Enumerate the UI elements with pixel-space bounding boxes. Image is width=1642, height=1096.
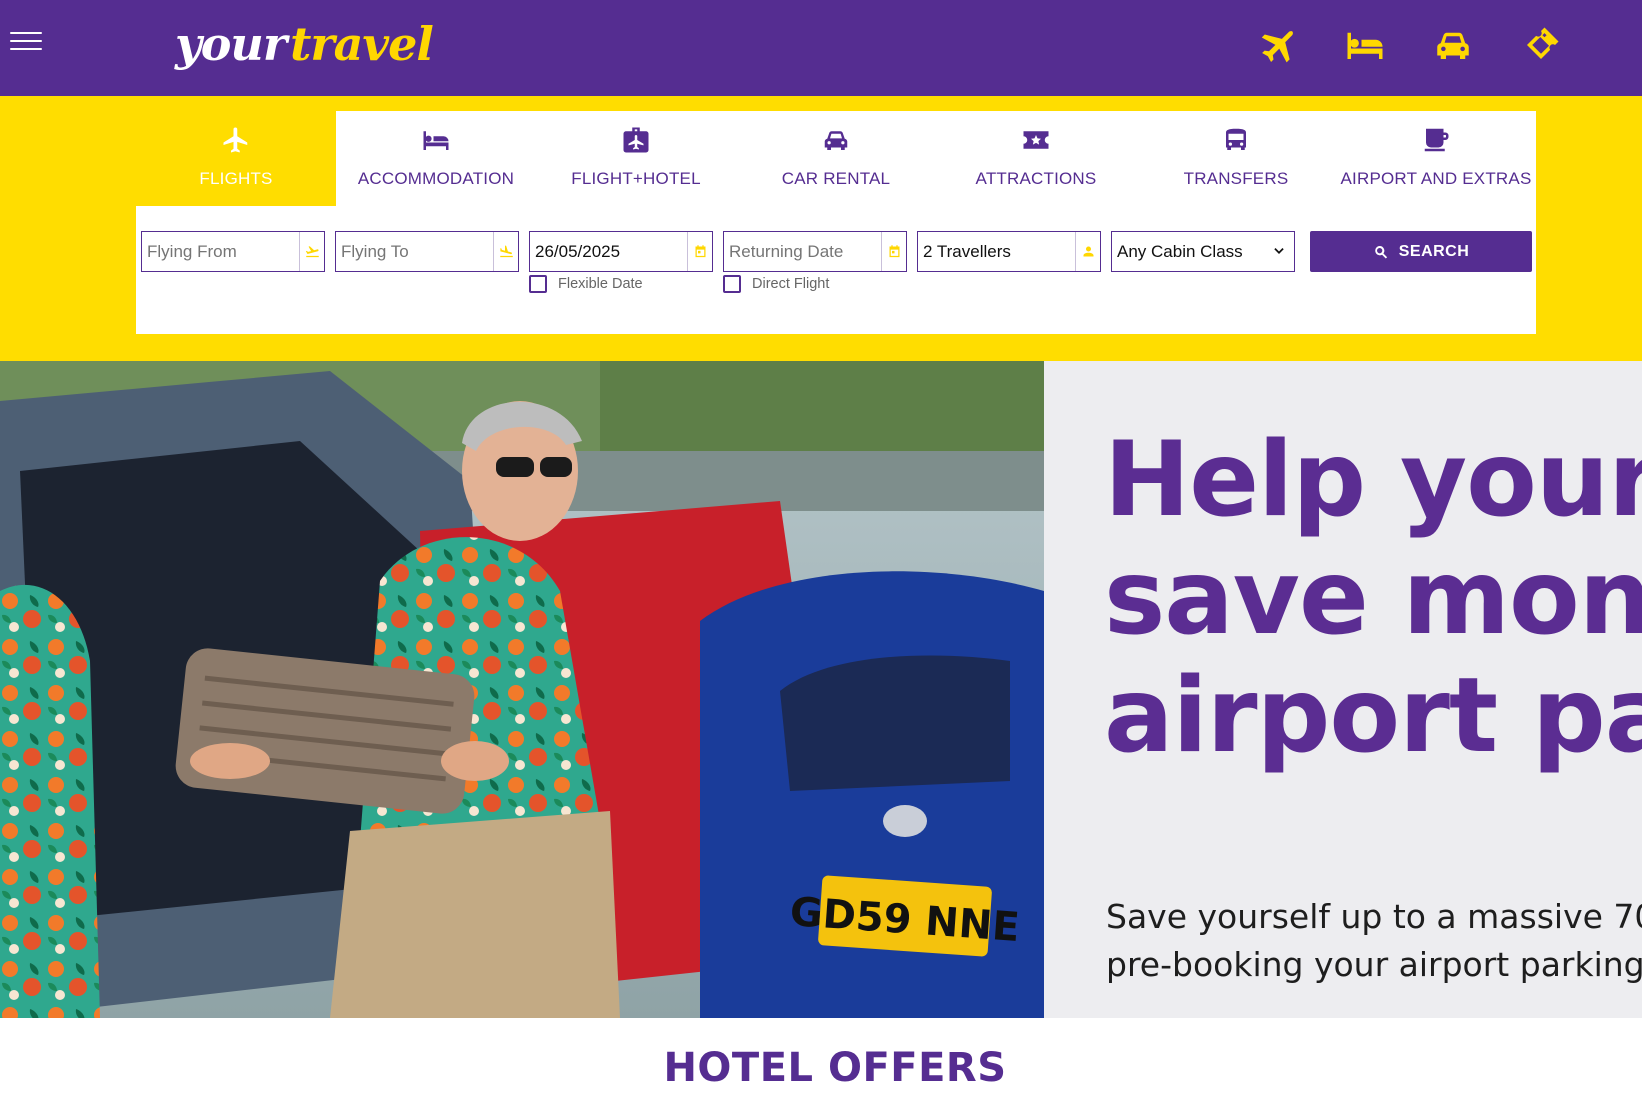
direct-flight-checkbox[interactable]: Direct Flight [723, 275, 829, 293]
logo-text-travel: travel [290, 17, 434, 71]
tab-accommodation[interactable]: ACCOMMODATION [336, 111, 536, 206]
tab-flight-hotel[interactable]: FLIGHT+HOTEL [536, 111, 736, 206]
hero-photo: GD59 NNE [0, 361, 1044, 1018]
hero-headline-line: save money [1104, 538, 1642, 658]
search-widget: FLIGHTS ACCOMMODATION FLIGHT+HOTEL CAR R… [136, 111, 1536, 334]
flying-to-input[interactable] [336, 232, 494, 271]
checkbox-box[interactable] [723, 275, 741, 293]
flexible-date-label: Flexible Date [558, 276, 643, 292]
plane-icon[interactable] [1256, 24, 1298, 66]
flying-from-input[interactable] [142, 232, 300, 271]
tab-airport-extras[interactable]: AIRPORT AND EXTRAS [1336, 111, 1536, 206]
product-tabs: FLIGHTS ACCOMMODATION FLIGHT+HOTEL CAR R… [136, 111, 1536, 206]
hero-headline: Help yourself save money airport parking [1104, 421, 1642, 775]
search-band: FLIGHTS ACCOMMODATION FLIGHT+HOTEL CAR R… [0, 96, 1642, 361]
ticket-star-icon [1019, 123, 1053, 157]
return-date-field [723, 231, 907, 272]
site-logo[interactable]: yourtravel [175, 14, 434, 74]
search-button[interactable]: SEARCH [1310, 231, 1532, 272]
car-icon [819, 123, 853, 157]
bed-icon[interactable] [1344, 24, 1386, 66]
tab-label: TRANSFERS [1183, 169, 1289, 188]
suitcase-plane-icon [619, 123, 653, 157]
depart-date-input[interactable] [530, 232, 688, 271]
hotel-offers-heading: HOTEL OFFERS [663, 1045, 1007, 1091]
tab-transfers[interactable]: TRANSFERS [1136, 111, 1336, 206]
cabin-class-value: Any Cabin Class [1117, 242, 1243, 261]
hero-banner[interactable]: GD59 NNE Help yourself save mon [0, 361, 1642, 1018]
plane-arrival-icon[interactable] [493, 232, 518, 271]
bed-icon [419, 123, 453, 157]
hero-image: GD59 NNE [0, 361, 1044, 1018]
bus-icon [1219, 123, 1253, 157]
tab-label: AIRPORT AND EXTRAS [1340, 169, 1532, 188]
ticket-icon[interactable] [1520, 24, 1562, 66]
tab-label: FLIGHTS [199, 169, 273, 188]
logo-text-your: your [175, 17, 287, 71]
tab-label: FLIGHT+HOTEL [571, 169, 701, 188]
search-button-label: SEARCH [1398, 242, 1470, 260]
menu-icon[interactable] [10, 30, 42, 52]
tab-label: ACCOMMODATION [357, 169, 515, 188]
tab-attractions[interactable]: ATTRACTIONS [936, 111, 1136, 206]
header-icon-nav [1256, 24, 1562, 66]
hero-subtext: Save yourself up to a massive 70% by pre… [1106, 893, 1642, 989]
plane-departure-icon[interactable] [299, 232, 324, 271]
calendar-icon[interactable] [881, 232, 906, 271]
travellers-input[interactable] [918, 232, 1076, 271]
tab-flights[interactable]: FLIGHTS [136, 111, 336, 206]
search-options: Flexible Date Direct Flight [136, 269, 1536, 299]
hero-headline-line: Help yourself [1104, 420, 1642, 540]
checkbox-box[interactable] [529, 275, 547, 293]
tab-label: CAR RENTAL [781, 169, 891, 188]
flying-to-field [335, 231, 519, 272]
return-date-input[interactable] [724, 232, 882, 271]
cabin-class-select[interactable]: Any Cabin Class [1111, 231, 1295, 272]
calendar-icon[interactable] [687, 232, 712, 271]
top-header: yourtravel [0, 0, 1642, 96]
flexible-date-checkbox[interactable]: Flexible Date [529, 275, 643, 293]
depart-date-field [529, 231, 713, 272]
person-icon[interactable] [1075, 232, 1100, 271]
tab-label: ATTRACTIONS [975, 169, 1097, 188]
hero-text-panel: Help yourself save money airport parking… [1044, 361, 1642, 1018]
search-fields: Any Cabin Class SEARCH [141, 231, 1532, 273]
hero-headline-line: airport parking [1104, 656, 1642, 776]
flying-from-field [141, 231, 325, 272]
plane-icon [219, 123, 253, 157]
coffee-icon [1419, 123, 1453, 157]
direct-flight-label: Direct Flight [752, 276, 830, 292]
travellers-field [917, 231, 1101, 272]
car-icon[interactable] [1432, 24, 1474, 66]
chevron-down-icon [1274, 248, 1284, 254]
hero-subtext-line: pre-booking your airport parking [1106, 945, 1642, 984]
hero-subtext-line: Save yourself up to a massive 70% by [1106, 897, 1642, 936]
tab-car-rental[interactable]: CAR RENTAL [736, 111, 936, 206]
search-icon [1374, 245, 1387, 259]
